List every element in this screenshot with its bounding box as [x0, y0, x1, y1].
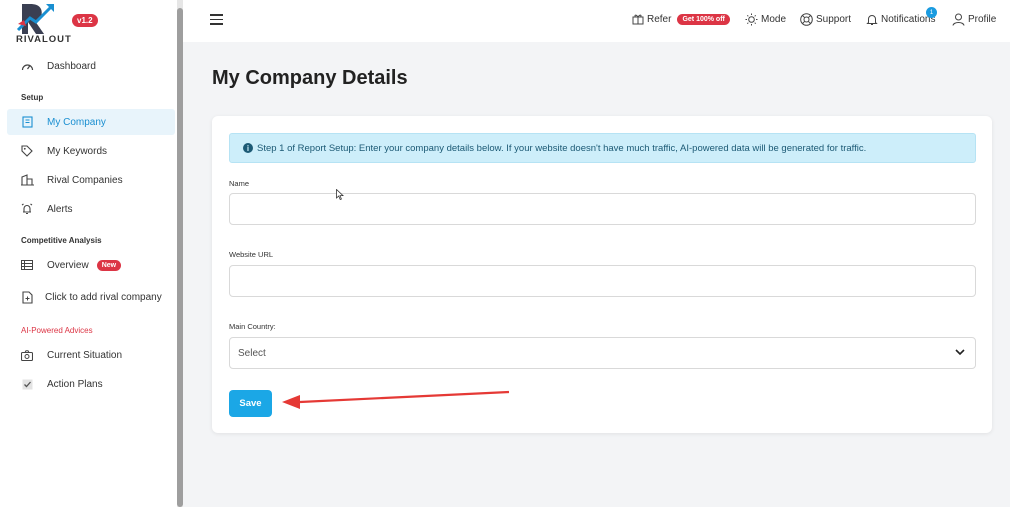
lifebuoy-icon: [800, 13, 813, 26]
menu-toggle-icon[interactable]: [210, 14, 223, 25]
section-ai-advices: AI-Powered Advices: [21, 326, 93, 335]
profile-label: Profile: [968, 14, 997, 25]
sidebar-item-current-situation[interactable]: Current Situation: [7, 342, 175, 368]
user-icon: [952, 13, 965, 26]
sidebar-item-rival-companies[interactable]: Rival Companies: [7, 167, 175, 193]
refer-discount-badge: Get 100% off: [677, 13, 730, 25]
profile-button[interactable]: Profile: [952, 13, 996, 26]
select-value: Select: [238, 347, 266, 359]
sidebar-item-alerts[interactable]: Alerts: [7, 196, 175, 222]
list-table-icon: [20, 258, 34, 272]
notifications-button[interactable]: Notifications: [866, 13, 935, 26]
gauge-icon: [20, 59, 34, 73]
sidebar-item-label: Overview: [47, 259, 89, 271]
sidebar-item-action-plans[interactable]: Action Plans: [7, 371, 175, 397]
buildings-icon: [20, 173, 34, 187]
add-document-icon: [20, 290, 34, 304]
page-title: My Company Details: [212, 67, 408, 89]
alert-text: Step 1 of Report Setup: Enter your compa…: [257, 142, 867, 154]
sidebar-item-my-keywords[interactable]: My Keywords: [7, 138, 175, 164]
setup-info-alert: i Step 1 of Report Setup: Enter your com…: [229, 133, 976, 163]
annotation-arrow-icon: [282, 390, 510, 409]
sidebar-item-label: Dashboard: [47, 60, 96, 72]
tag-icon: [20, 144, 34, 158]
chevron-down-icon: [955, 349, 965, 356]
scrollbar-thumb[interactable]: [177, 8, 183, 507]
sidebar-item-add-rival[interactable]: Click to add rival company: [7, 284, 175, 310]
building-card-icon: [20, 115, 34, 129]
main-country-select[interactable]: Select: [229, 337, 976, 369]
top-bar: Refer Get 100% off Mode Support Notifica…: [183, 0, 1010, 42]
website-url-field[interactable]: [229, 265, 976, 297]
save-button[interactable]: Save: [229, 390, 272, 417]
sidebar-item-label: Alerts: [47, 203, 73, 215]
sidebar-item-label: My Company: [47, 116, 106, 128]
bell-icon: [866, 15, 878, 25]
section-competitive-analysis: Competitive Analysis: [21, 236, 102, 245]
sidebar-item-my-company[interactable]: My Company: [7, 109, 175, 135]
sidebar-item-label: Current Situation: [47, 349, 123, 361]
sidebar-item-label: Action Plans: [47, 378, 103, 390]
sidebar-item-dashboard[interactable]: Dashboard: [7, 53, 175, 79]
sun-icon: [745, 13, 758, 26]
sidebar-item-overview[interactable]: Overview New: [7, 252, 175, 278]
version-badge: v1.2: [72, 14, 98, 27]
mouse-cursor-icon: [336, 189, 344, 201]
sidebar-item-label: Rival Companies: [47, 174, 123, 186]
mode-toggle[interactable]: Mode: [745, 13, 786, 26]
name-label: Name: [229, 179, 250, 188]
sidebar: RIVALOUT v1.2 Dashboard Setup My Company…: [0, 0, 183, 507]
sidebar-item-label: Click to add rival company: [45, 291, 162, 303]
support-button[interactable]: Support: [800, 13, 851, 26]
notifications-count-badge: 1: [926, 7, 937, 18]
gift-icon: [632, 14, 644, 25]
company-details-card: i Step 1 of Report Setup: Enter your com…: [212, 116, 992, 433]
website-url-label: Website URL: [229, 250, 274, 259]
refer-label: Refer: [647, 13, 672, 25]
logo-text: RIVALOUT: [16, 34, 72, 45]
camera-icon: [20, 348, 34, 362]
section-setup: Setup: [21, 93, 44, 102]
sidebar-scrollbar[interactable]: [177, 0, 183, 507]
sidebar-item-label: My Keywords: [47, 145, 108, 157]
support-label: Support: [816, 14, 852, 25]
refer-button[interactable]: Refer Get 100% off: [632, 13, 730, 25]
new-badge: New: [96, 259, 122, 271]
main-country-label: Main Country:: [229, 322, 276, 331]
check-icon: [20, 377, 34, 391]
alarm-bell-icon: [20, 202, 34, 216]
mode-label: Mode: [761, 14, 787, 25]
info-icon: i: [243, 143, 253, 153]
